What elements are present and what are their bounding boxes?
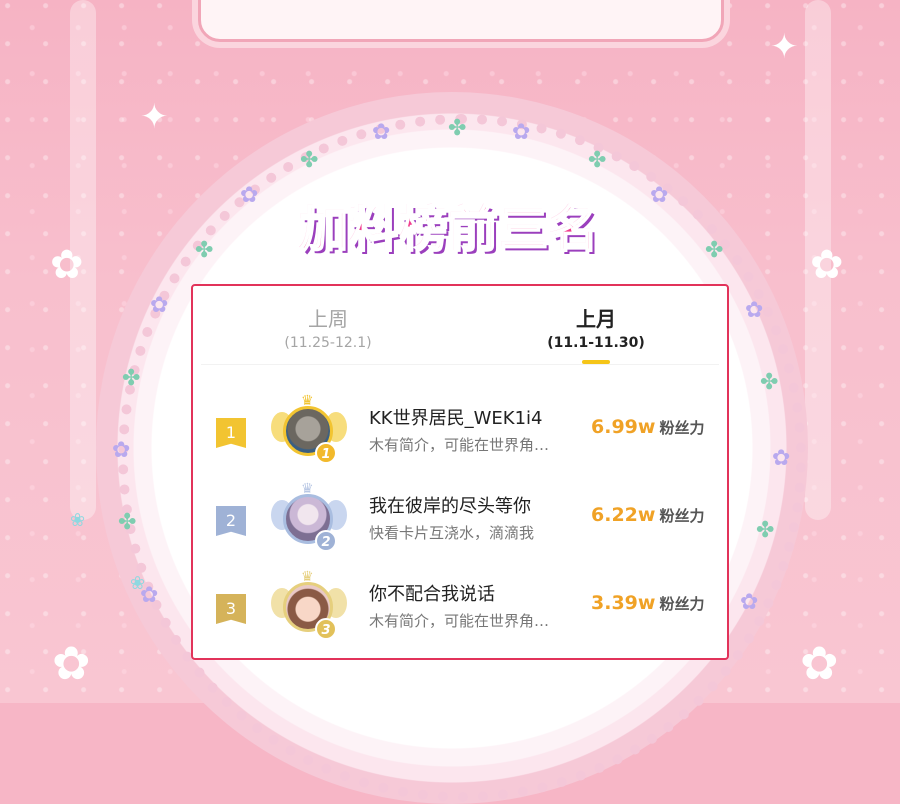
top-banner-frame [198,0,724,42]
leaderboard-panel: 上周 (11.25-12.1) 上月 (11.1-11.30) 1 ♛ 1 KK… [191,284,729,660]
rank-marker: 2 [216,506,246,536]
user-bio: 木有简介，可能在世界角… [369,436,550,454]
flower-icon: ❀ [130,573,146,594]
flower-icon: ✤ [756,518,775,543]
tab-divider [201,364,719,365]
flower-icon: ✿ [150,293,169,318]
flower-icon: ✤ [760,370,779,395]
rank-marker: 3 [216,594,246,624]
avatar-frame: ♛ 2 [271,482,347,556]
score-unit: 粉丝力 [659,595,705,613]
tab-label: 上月 [576,307,616,331]
rank-marker: 1 [216,418,246,448]
flower-icon: ✿ [372,120,391,145]
tab-last-week[interactable]: 上周 (11.25-12.1) [228,306,428,352]
score-value: 3.39w [591,592,656,614]
user-bio: 快看卡片互浇水，滴滴我 [369,524,535,542]
tab-date-range: (11.1-11.30) [547,335,645,351]
ranking-row[interactable]: 3 ♛ 3 你不配合我说话 木有简介，可能在世界角… 3.39w 粉丝力 [193,570,727,654]
score-value: 6.99w [591,416,656,438]
rank-badge: 2 [315,530,337,552]
score-unit: 粉丝力 [659,419,705,437]
sparkle-icon: ✦ [770,27,799,67]
flower-icon: ✤ [118,510,137,535]
tab-label: 上周 [308,307,348,331]
fan-power-score: 6.22w 粉丝力 [591,504,704,526]
flower-icon: ✿ [800,636,839,690]
fan-power-score: 6.99w 粉丝力 [591,416,704,438]
user-name[interactable]: 我在彼岸的尽头等你 [369,492,531,518]
flower-icon: ✿ [745,298,764,323]
flower-icon: ✤ [448,116,467,141]
score-unit: 粉丝力 [659,507,705,525]
crown-icon: ♛ [301,393,314,409]
rank-badge: 3 [315,618,337,640]
flower-icon: ✿ [512,120,531,145]
ranking-row[interactable]: 1 ♛ 1 KK世界居民_WEK1i4 木有简介，可能在世界角… 6.99w 粉丝… [193,394,727,478]
flower-icon: ✿ [740,590,759,615]
flower-icon: ✿ [52,636,91,690]
flower-icon: ✿ [772,446,791,471]
crown-icon: ♛ [301,569,314,585]
flower-icon: ✤ [300,148,319,173]
flower-icon: ✤ [122,366,141,391]
rank-badge: 1 [315,442,337,464]
sparkle-icon: ✦ [140,97,169,137]
fan-power-score: 3.39w 粉丝力 [591,592,704,614]
user-name[interactable]: KK世界居民_WEK1i4 [369,404,543,430]
user-bio: 木有简介，可能在世界角… [369,612,550,630]
crown-icon: ♛ [301,481,314,497]
tab-date-range: (11.25-12.1) [284,335,372,351]
score-value: 6.22w [591,504,656,526]
flower-icon: ✤ [588,148,607,173]
avatar-frame: ♛ 3 [271,570,347,644]
avatar-frame: ♛ 1 [271,394,347,468]
ranking-row[interactable]: 2 ♛ 2 我在彼岸的尽头等你 快看卡片互浇水，滴滴我 6.22w 粉丝力 [193,482,727,566]
flower-icon: ❀ [70,510,86,531]
tab-last-month[interactable]: 上月 (11.1-11.30) [496,306,696,364]
flower-icon: ✿ [112,438,131,463]
user-name[interactable]: 你不配合我说话 [369,580,495,606]
leaderboard-title: 加料榜前三名 [299,201,600,259]
